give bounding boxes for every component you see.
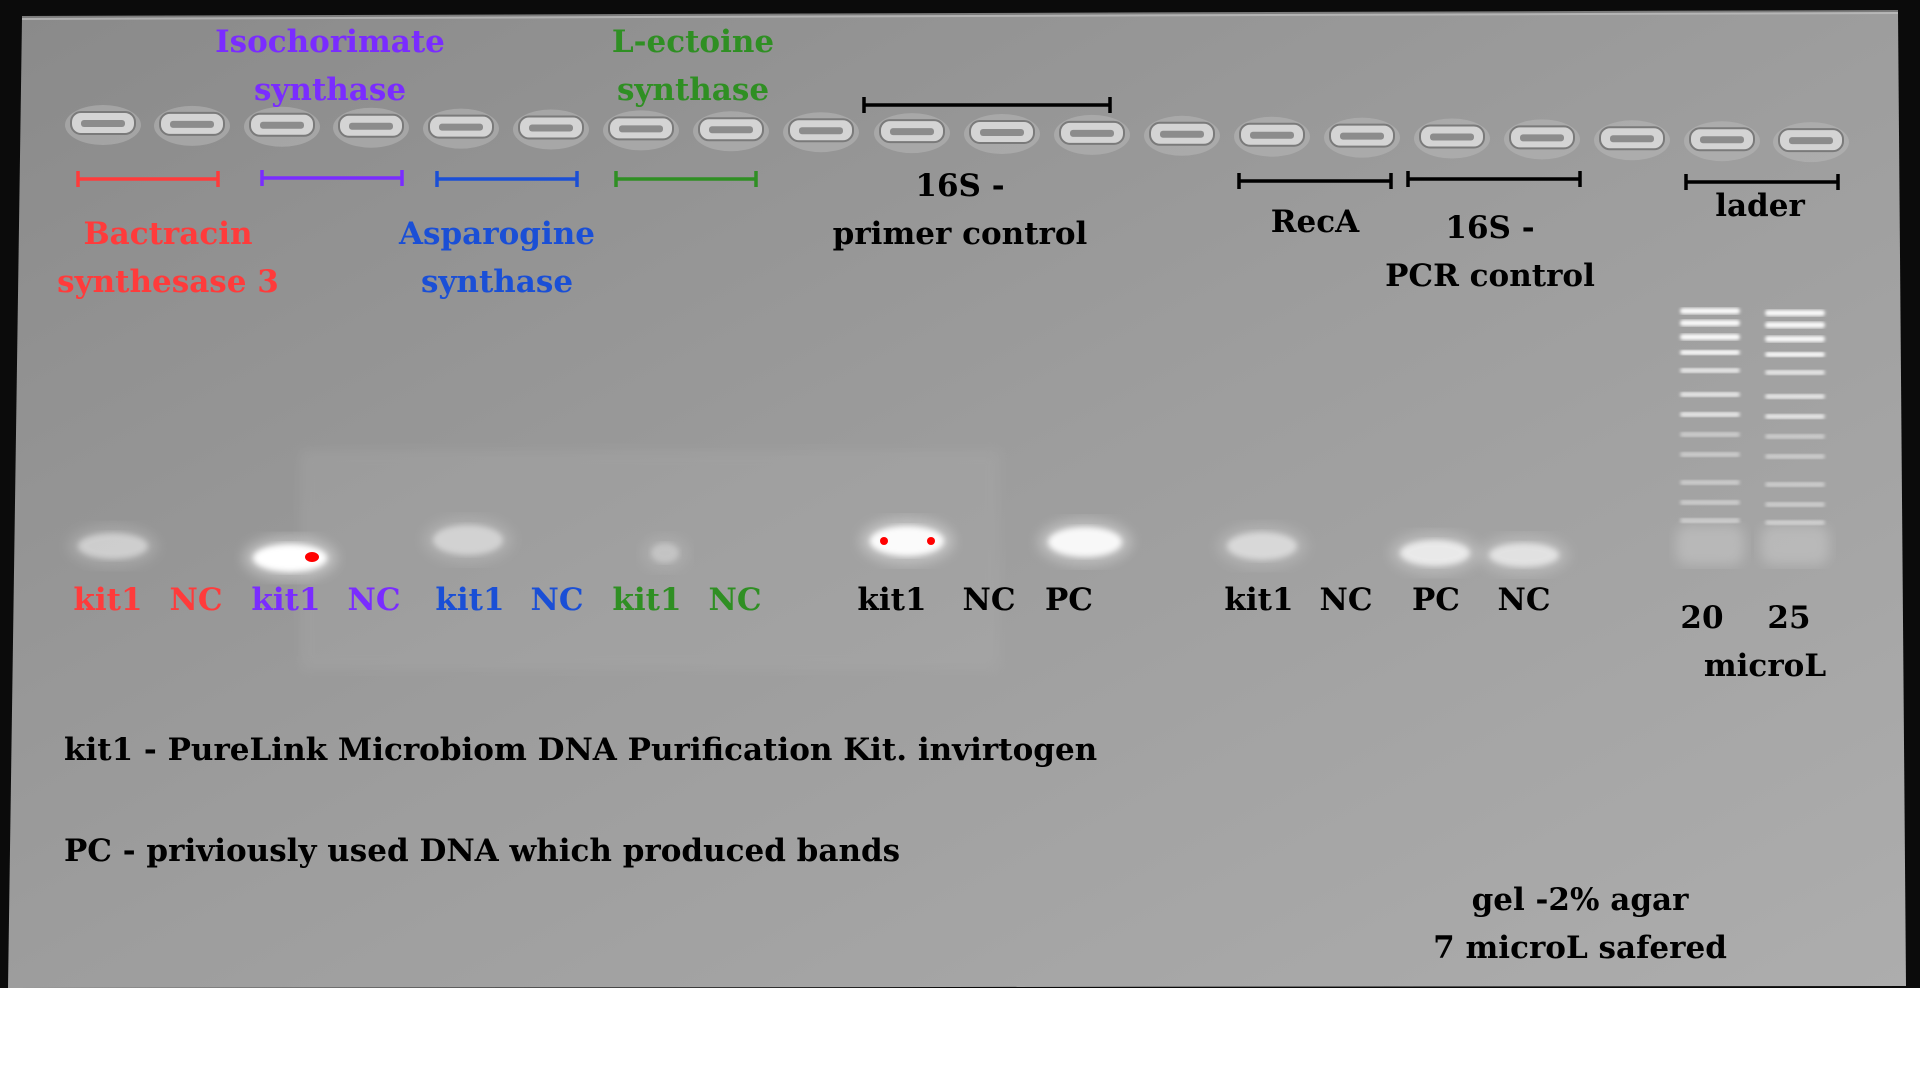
lane-label: kit1: [435, 582, 505, 618]
label-ladder: lader: [1715, 188, 1805, 224]
ladder-band: [1765, 370, 1825, 375]
ladder-band: [1765, 394, 1825, 399]
note-kit1: kit1 - PureLink Microbiom DNA Purificati…: [64, 732, 1098, 768]
ladder-band: [1765, 414, 1825, 419]
lane-label: kit1: [73, 582, 143, 618]
lane-label: NC: [169, 582, 223, 618]
label-pcr-control: 16S - PCR control: [1370, 204, 1610, 300]
ladder-band: [1680, 480, 1740, 485]
lane-label: kit1: [251, 582, 321, 618]
well: [1773, 122, 1849, 163]
ladder-band: [1680, 432, 1740, 437]
ladder-band: [1765, 502, 1825, 507]
well: [423, 108, 499, 149]
band: [641, 535, 689, 571]
label-isochorimate-line1: Isochorimate: [215, 24, 445, 60]
ladder-volume-20: 20: [1680, 600, 1724, 636]
ladder-band: [1680, 334, 1740, 340]
ladder-band: [1680, 392, 1740, 397]
label-lectoine-line2: synthase: [616, 72, 770, 108]
label-reca: RecA: [1270, 204, 1360, 240]
ladder-band: [1680, 308, 1740, 314]
ladder-band: [1765, 322, 1825, 328]
label-asparogine: Asparogine synthase: [387, 210, 607, 306]
lane-label: NC: [1497, 582, 1551, 618]
lane-label: NC: [530, 582, 584, 618]
lane-label: NC: [1319, 582, 1373, 618]
band: [68, 525, 158, 567]
ladder-band: [1765, 310, 1825, 316]
note-gel-stain: 7 microL safered: [1433, 930, 1727, 966]
label-primer-control-line1: 16S -: [915, 168, 1005, 204]
well: [693, 111, 769, 152]
well: [964, 114, 1040, 154]
lane-label: NC: [347, 582, 401, 618]
well: [1594, 120, 1670, 161]
well: [1054, 114, 1130, 155]
band: [1479, 535, 1569, 575]
saturation-mark: [927, 537, 935, 545]
ladder-band: [1680, 320, 1740, 326]
lane-label: PC: [1412, 582, 1460, 618]
band-saturated: [860, 518, 954, 564]
ladder-band: [1765, 454, 1825, 459]
well: [65, 105, 141, 145]
ladder-smear: [1761, 525, 1829, 565]
ladder-band: [1765, 482, 1825, 487]
label-isochorimate: Isochorimate synthase: [210, 18, 450, 114]
band: [1038, 519, 1132, 565]
ladder-band: [1765, 520, 1825, 525]
ladder-band: [1765, 336, 1825, 342]
lane-label: NC: [708, 582, 762, 618]
label-asparogine-line2: synthase: [420, 264, 574, 300]
note-gel-agar: gel -2% agar: [1471, 882, 1689, 918]
saturation-mark: [305, 552, 319, 562]
well: [1144, 115, 1220, 156]
label-primer-control-line2: primer control: [832, 216, 1088, 252]
note-pc: PC - priviously used DNA which produced …: [64, 833, 901, 869]
well: [513, 109, 589, 150]
label-asparogine-line1: Asparogine: [399, 216, 595, 252]
ladder-band: [1680, 452, 1740, 457]
lane-label: kit1: [612, 582, 682, 618]
label-bactracin: Bactracin synthesase 3: [48, 210, 288, 306]
well: [1234, 116, 1310, 157]
saturation-mark: [880, 537, 888, 545]
well: [1414, 118, 1490, 159]
label-lectoine-line1: L-ectoine: [611, 24, 775, 60]
well: [1504, 119, 1580, 160]
ladder-band: [1765, 352, 1825, 357]
ladder-band: [1680, 518, 1740, 523]
label-lectoine: L-ectoine synthase: [588, 18, 798, 114]
lane-label: kit1: [1224, 582, 1294, 618]
ladder-band: [1765, 434, 1825, 439]
label-pcr-control-line1: 16S -: [1445, 210, 1535, 246]
ladder-band: [1680, 350, 1740, 355]
label-bactracin-line2: synthesase 3: [57, 264, 279, 300]
well: [603, 110, 679, 151]
well: [783, 112, 859, 153]
label-primer-control: 16S - primer control: [820, 162, 1100, 258]
well: [874, 113, 950, 154]
ladder-volume-unit: microL: [1703, 648, 1827, 684]
label-isochorimate-line2: synthase: [253, 72, 407, 108]
ladder-band: [1680, 412, 1740, 417]
lane-label: PC: [1045, 582, 1093, 618]
ladder-smear: [1676, 525, 1744, 565]
ladder-band: [1680, 500, 1740, 505]
ladder-band: [1680, 368, 1740, 373]
band: [423, 517, 513, 563]
label-bactracin-line1: Bactracin: [83, 216, 253, 252]
band: [1217, 524, 1307, 568]
band-saturated: [243, 536, 337, 580]
lane-label: kit1: [857, 582, 927, 618]
label-pcr-control-line2: PCR control: [1385, 258, 1595, 294]
well: [1684, 121, 1760, 162]
ladder-volume-25: 25: [1767, 600, 1811, 636]
well: [1324, 117, 1400, 158]
band: [1390, 532, 1480, 574]
